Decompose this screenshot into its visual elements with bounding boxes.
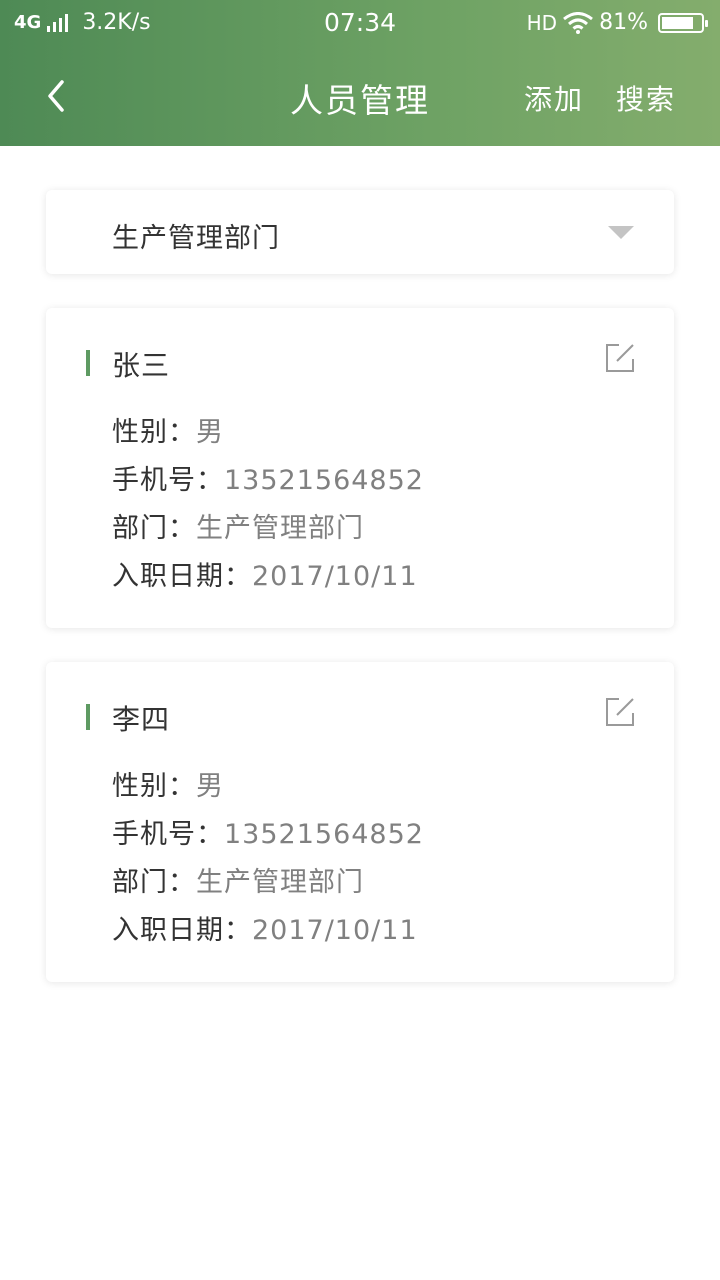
app-header: 4G 3.2K/s 07:34 HD 81% 人员管理 添加 搜索 — [0, 0, 720, 146]
edit-icon[interactable] — [604, 696, 636, 728]
card-accent-bar — [86, 350, 90, 376]
person-name: 李四 — [112, 703, 171, 736]
gender-value: 男 — [196, 417, 224, 448]
gender-value: 男 — [196, 771, 224, 802]
gender-row: 性别：男 — [112, 764, 424, 812]
department-value: 生产管理部门 — [196, 513, 364, 544]
hire-date-row: 入职日期：2017/10/11 — [112, 554, 424, 602]
battery-fill — [662, 16, 693, 29]
department-select-value: 生产管理部门 — [112, 223, 280, 254]
add-button[interactable]: 添加 — [524, 78, 584, 118]
battery-percent: 81% — [599, 10, 648, 35]
person-card: 李四 性别：男 手机号：13521564852 部门：生产管理部门 入职日期：2… — [46, 662, 674, 982]
department-label: 部门： — [112, 513, 196, 544]
gender-row: 性别：男 — [112, 410, 424, 458]
battery-icon — [658, 12, 708, 33]
department-select[interactable]: 生产管理部门 — [46, 190, 674, 274]
phone-label: 手机号： — [112, 819, 224, 850]
department-value: 生产管理部门 — [196, 867, 364, 898]
gender-label: 性别： — [112, 771, 196, 802]
nav-bar: 人员管理 添加 搜索 — [0, 48, 720, 146]
department-row: 部门：生产管理部门 — [112, 506, 424, 554]
search-button[interactable]: 搜索 — [616, 78, 676, 118]
department-row: 部门：生产管理部门 — [112, 860, 424, 908]
hd-indicator: HD — [526, 10, 558, 35]
page-title: 人员管理 — [290, 81, 430, 120]
gender-label: 性别： — [112, 417, 196, 448]
person-card: 张三 性别：男 手机号：13521564852 部门：生产管理部门 入职日期：2… — [46, 308, 674, 628]
hire-date-label: 入职日期： — [112, 561, 252, 592]
wifi-icon — [563, 11, 594, 34]
status-bar: 4G 3.2K/s 07:34 HD 81% — [0, 0, 720, 48]
department-label: 部门： — [112, 867, 196, 898]
caret-down-icon — [608, 226, 634, 239]
phone-value: 13521564852 — [224, 465, 424, 496]
phone-row: 手机号：13521564852 — [112, 812, 424, 860]
hire-date-row: 入职日期：2017/10/11 — [112, 908, 424, 956]
phone-value: 13521564852 — [224, 819, 424, 850]
hire-date-label: 入职日期： — [112, 915, 252, 946]
card-accent-bar — [86, 704, 90, 730]
hire-date-value: 2017/10/11 — [252, 561, 418, 592]
edit-icon[interactable] — [604, 342, 636, 374]
phone-row: 手机号：13521564852 — [112, 458, 424, 506]
phone-label: 手机号： — [112, 465, 224, 496]
person-name: 张三 — [112, 349, 171, 382]
hire-date-value: 2017/10/11 — [252, 915, 418, 946]
